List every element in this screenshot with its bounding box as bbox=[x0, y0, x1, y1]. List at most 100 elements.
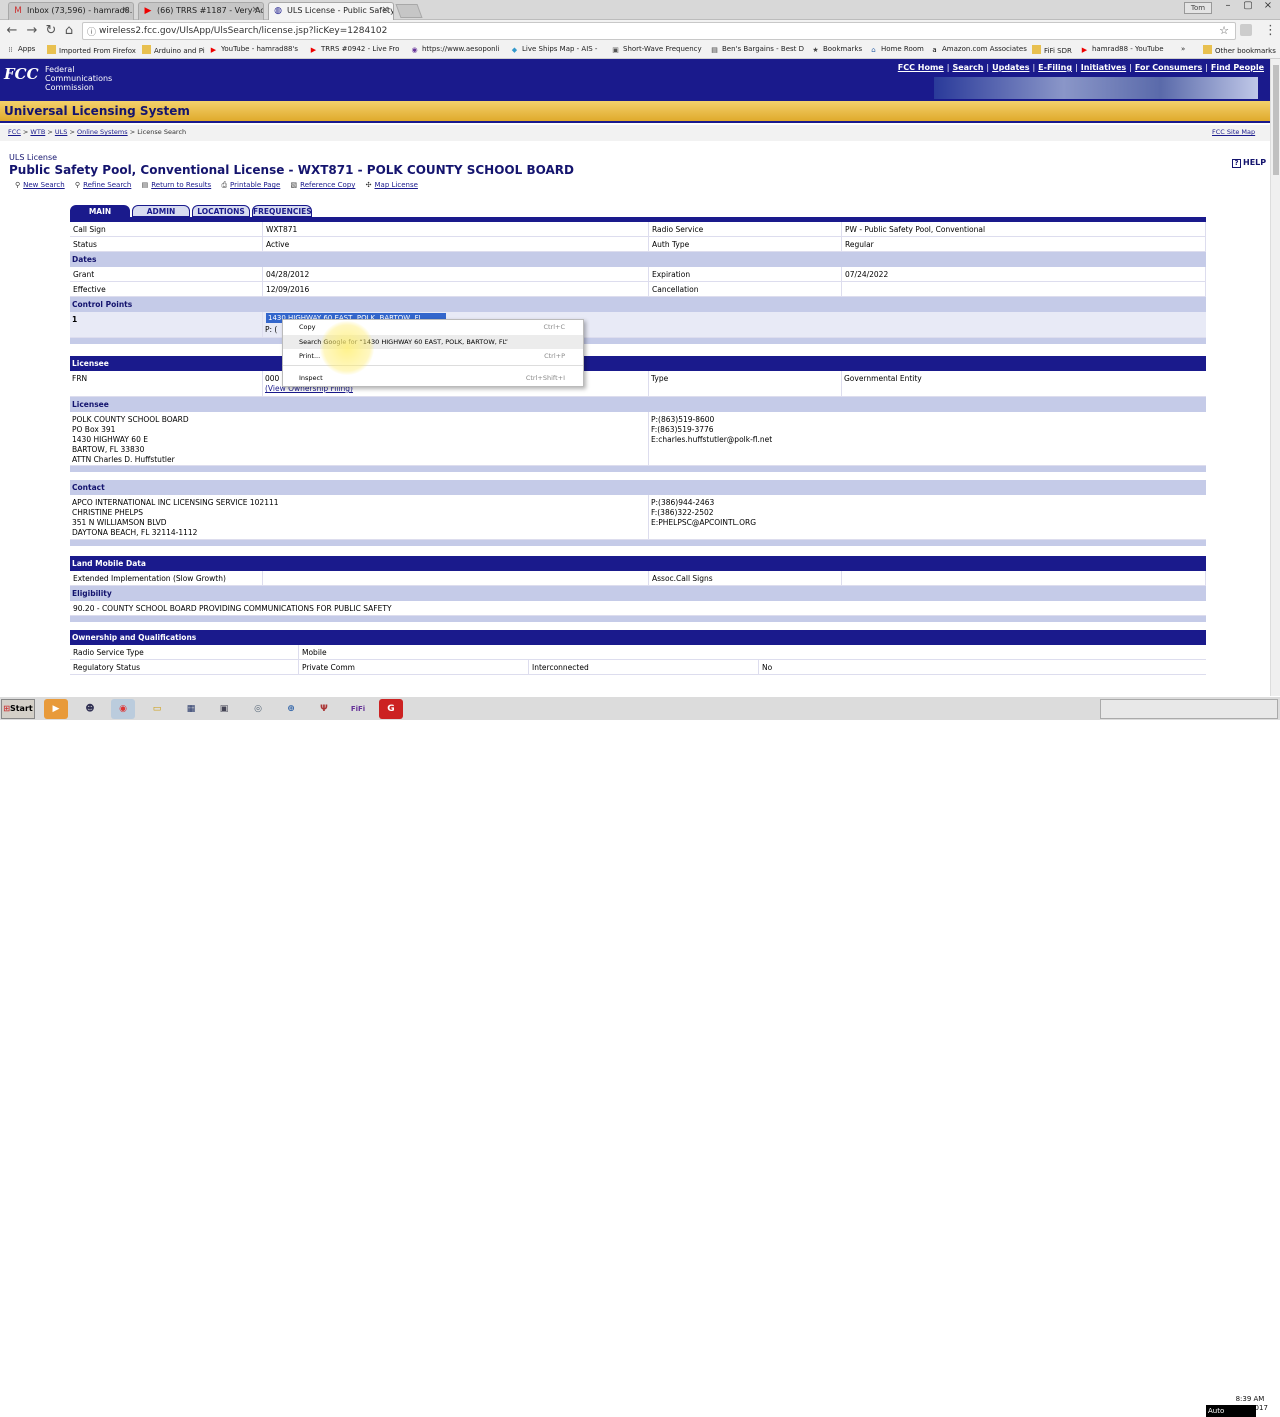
link-search[interactable]: Search bbox=[952, 63, 983, 72]
link-for-consumers[interactable]: For Consumers bbox=[1135, 63, 1202, 72]
address-line: PO Box 391 bbox=[72, 425, 116, 434]
link-updates[interactable]: Updates bbox=[992, 63, 1029, 72]
network-icon[interactable]: ⊕ bbox=[279, 699, 303, 719]
magnifier-icon: ⚲ bbox=[74, 181, 81, 189]
bookmark-home-room[interactable]: ⌂ Home Room bbox=[869, 45, 924, 55]
bookmark-star-icon[interactable]: ☆ bbox=[1219, 24, 1229, 37]
fifi-sdr-icon[interactable]: FiFi bbox=[346, 699, 370, 719]
tab-frequencies[interactable]: FREQUENCIES bbox=[252, 205, 312, 217]
bookmark-apps[interactable]: ⁞⁞ Apps bbox=[6, 45, 35, 55]
back-icon[interactable]: ← bbox=[4, 23, 20, 39]
window-app-icon[interactable]: ▣ bbox=[212, 699, 236, 719]
youtube-icon: ▶ bbox=[310, 46, 317, 54]
crumb-fcc[interactable]: FCC bbox=[8, 128, 21, 136]
crumb-online-systems[interactable]: Online Systems bbox=[77, 128, 128, 136]
bookmark-youtube-hamrad[interactable]: ▶ YouTube - hamrad88's bbox=[209, 45, 298, 55]
help-icon: ? bbox=[1232, 159, 1241, 168]
link-initiatives[interactable]: Initiatives bbox=[1081, 63, 1126, 72]
menu-label: Print... bbox=[299, 352, 321, 360]
bookmark-hamrad-youtube[interactable]: ▶ hamrad88 - YouTube bbox=[1080, 45, 1164, 55]
printable-page-link[interactable]: ⎙ Printable Page bbox=[221, 181, 280, 189]
more-bookmarks-icon[interactable]: » bbox=[1181, 45, 1185, 53]
bookmark-amazon[interactable]: a Amazon.com Associates bbox=[930, 45, 1027, 55]
address-bar[interactable]: ⓘ wireless2.fcc.gov/UlsApp/UlsSearch/lic… bbox=[82, 22, 1236, 40]
crumb-uls[interactable]: ULS bbox=[55, 128, 68, 136]
crumb-wtb[interactable]: WTB bbox=[30, 128, 45, 136]
address-line: 351 N WILLIAMSON BLVD bbox=[72, 518, 167, 527]
phone-line: P:(863)519-8600 bbox=[651, 415, 715, 424]
file-explorer-icon[interactable]: ▭ bbox=[145, 699, 169, 719]
interconnected-value: No bbox=[762, 663, 773, 672]
return-to-results-link[interactable]: ▤ Return to Results bbox=[142, 181, 212, 189]
bookmark-shortwave[interactable]: ▣ Short-Wave Frequency bbox=[611, 45, 701, 55]
license-actions: ⚲ New Search ⚲ Refine Search ▤ Return to Re… bbox=[15, 181, 426, 190]
new-search-link[interactable]: ⚲ New Search bbox=[15, 181, 65, 189]
radio-tower-icon[interactable]: Ψ bbox=[312, 699, 336, 719]
table-row: Status Active Auth Type Regular bbox=[70, 237, 1206, 252]
user-app-icon[interactable]: ☻ bbox=[78, 699, 102, 719]
blank-row bbox=[70, 546, 1206, 556]
close-icon[interactable]: × bbox=[121, 5, 129, 15]
folder-icon bbox=[47, 45, 56, 54]
minimize-icon[interactable]: – bbox=[1218, 0, 1238, 14]
expiration-date-value: 07/24/2022 bbox=[842, 267, 1206, 282]
address-line: BARTOW, FL 33830 bbox=[72, 445, 145, 454]
extended-implementation-value bbox=[263, 571, 649, 586]
tab-gmail[interactable]: M Inbox (73,596) - hamrad8... × bbox=[8, 2, 134, 20]
tab-youtube[interactable]: ▶ (66) TRRS #1187 - Very Ac... × bbox=[138, 2, 264, 20]
scrollbar-thumb[interactable] bbox=[1273, 65, 1279, 175]
field-label: Cancellation bbox=[649, 282, 842, 297]
refine-search-link[interactable]: ⚲ Refine Search bbox=[75, 181, 131, 189]
link-e-filing[interactable]: E-Filing bbox=[1038, 63, 1072, 72]
extension-icon[interactable] bbox=[1240, 24, 1252, 36]
fcc-logo[interactable]: FCC bbox=[4, 65, 39, 83]
maximize-icon[interactable]: ▢ bbox=[1238, 0, 1258, 14]
tab-locations[interactable]: LOCATIONS bbox=[192, 205, 250, 217]
tab-main[interactable]: MAIN bbox=[70, 205, 130, 217]
bookmark-live-ships[interactable]: ◆ Live Ships Map - AIS - bbox=[510, 45, 598, 55]
map-license-link[interactable]: ✣ Map License bbox=[366, 181, 418, 189]
bookmark-other[interactable]: Other bookmarks bbox=[1203, 45, 1276, 55]
help-link[interactable]: ? HELP bbox=[1232, 158, 1266, 168]
apps-icon: ⁞⁞ bbox=[8, 46, 13, 54]
forward-icon[interactable]: → bbox=[24, 23, 40, 39]
menu-shortcut: Ctrl+C bbox=[543, 323, 565, 331]
magnifier-icon: ⚲ bbox=[15, 181, 21, 189]
home-icon[interactable]: ⌂ bbox=[61, 23, 77, 39]
profile-button[interactable]: Tom bbox=[1184, 2, 1212, 14]
blank-row bbox=[70, 472, 1206, 480]
context-inspect[interactable]: Inspect Ctrl+Shift+I bbox=[283, 371, 583, 385]
info-icon[interactable]: ⓘ bbox=[87, 25, 96, 38]
menu-icon[interactable]: ⋮ bbox=[1264, 23, 1277, 38]
chrome-icon[interactable]: ◉ bbox=[111, 699, 135, 719]
link-fcc-home[interactable]: FCC Home bbox=[898, 63, 944, 72]
tab-label: Inbox (73,596) - hamrad8... bbox=[27, 6, 134, 15]
webcam-icon[interactable]: ◎ bbox=[246, 699, 270, 719]
bookmark-arduino[interactable]: Arduino and Pi bbox=[142, 45, 205, 55]
tab-uls-license[interactable]: ◍ ULS License - Public Safety... × bbox=[268, 2, 394, 20]
close-icon[interactable]: × bbox=[251, 5, 259, 15]
site-map-link[interactable]: FCC Site Map bbox=[1212, 128, 1255, 136]
contact-row: APCO INTERNATIONAL INC LICENSING SERVICE… bbox=[70, 495, 1206, 540]
window-close-icon[interactable]: × bbox=[1258, 0, 1278, 14]
g-app-icon[interactable]: G bbox=[379, 699, 403, 719]
bookmark-imported-firefox[interactable]: Imported From Firefox bbox=[47, 45, 136, 55]
link-find-people[interactable]: Find People bbox=[1211, 63, 1264, 72]
fcc-header: FCC Federal Communications Commission FC… bbox=[0, 59, 1270, 101]
remote-app-icon[interactable]: ▦ bbox=[179, 699, 203, 719]
close-icon[interactable]: × bbox=[381, 5, 389, 15]
new-tab-button[interactable] bbox=[395, 4, 423, 18]
bookmark-aesop[interactable]: ◉ https://www.aesoponli bbox=[410, 45, 499, 55]
bookmark-bookmarks[interactable]: ★ Bookmarks bbox=[811, 45, 862, 55]
bookmark-trrs[interactable]: ▶ TRRS #0942 - Live Fro bbox=[309, 45, 400, 55]
start-button[interactable]: ⊞Start bbox=[1, 699, 35, 719]
reload-icon[interactable]: ↻ bbox=[43, 23, 59, 39]
vertical-scrollbar[interactable] bbox=[1270, 59, 1280, 696]
reference-copy-link[interactable]: ▧ Reference Copy bbox=[291, 181, 356, 189]
tab-label: ULS License - Public Safety... bbox=[287, 6, 394, 15]
bookmark-bens-bargains[interactable]: ▤ Ben's Bargains - Best D bbox=[710, 45, 804, 55]
media-player-icon[interactable]: ▶ bbox=[44, 699, 68, 719]
effective-date-value: 12/09/2016 bbox=[263, 282, 649, 297]
bookmark-fifi-sdr[interactable]: FiFi SDR bbox=[1032, 45, 1072, 55]
tab-admin[interactable]: ADMIN bbox=[132, 205, 190, 217]
